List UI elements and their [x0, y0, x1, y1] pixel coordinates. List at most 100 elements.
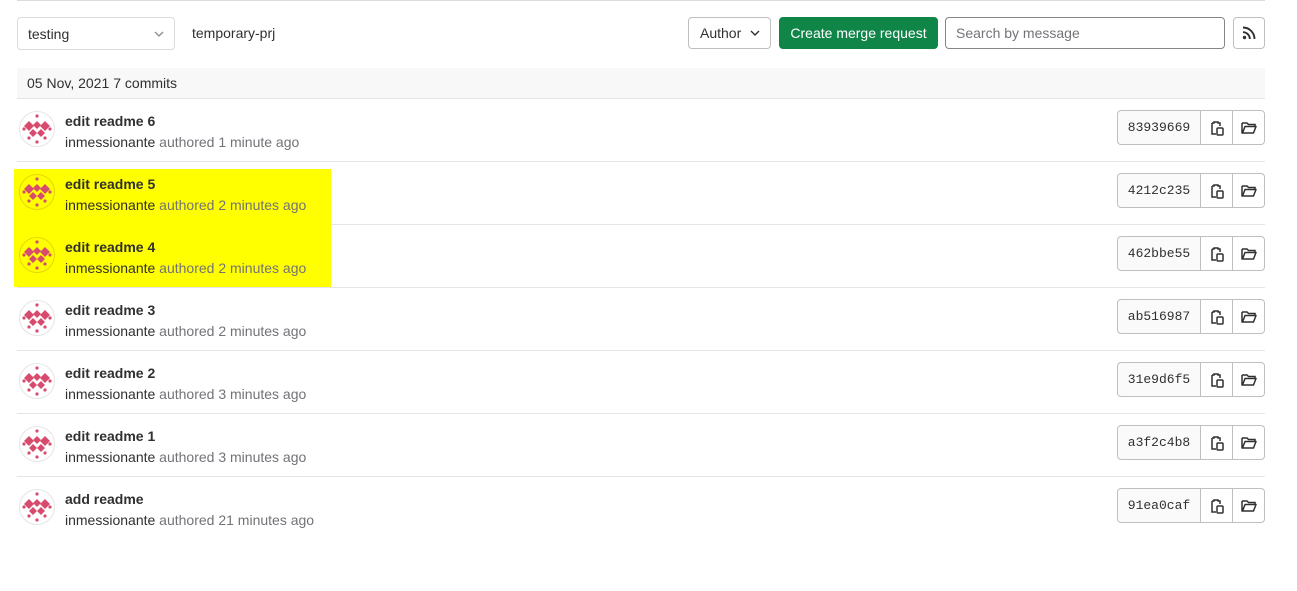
rss-icon [1242, 26, 1256, 40]
commit-sha[interactable]: 462bbe55 [1117, 236, 1201, 271]
rss-feed-button[interactable] [1233, 17, 1265, 49]
clipboard-icon [1210, 372, 1224, 388]
browse-files-button[interactable] [1233, 110, 1265, 145]
commit-row: edit readme 2 inmessionante authored 3 m… [17, 351, 1265, 414]
commit-row: edit readme 1 inmessionante authored 3 m… [17, 414, 1265, 477]
commit-author[interactable]: inmessionante [65, 512, 155, 528]
commit-time: 1 minute ago [218, 134, 300, 150]
avatar[interactable] [19, 426, 55, 462]
commit-sha[interactable]: 31e9d6f5 [1117, 362, 1201, 397]
copy-sha-button[interactable] [1201, 488, 1233, 523]
commit-sha[interactable]: 4212c235 [1117, 173, 1201, 208]
commit-meta: inmessionante authored 1 minute ago [65, 134, 299, 150]
folder-open-icon [1240, 184, 1257, 197]
copy-sha-button[interactable] [1201, 299, 1233, 334]
commit-list: edit readme 6 inmessionante authored 1 m… [14, 99, 1265, 540]
commit-meta: inmessionante authored 3 minutes ago [65, 449, 306, 465]
folder-open-icon [1240, 499, 1257, 512]
commit-day-header: 05 Nov, 2021 7 commits [17, 68, 1265, 99]
commit-title[interactable]: edit readme 4 [65, 239, 155, 255]
branch-dropdown-label: testing [28, 25, 70, 42]
commits-toolbar: testing temporary-prj Author Create merg… [17, 17, 1265, 52]
commit-sha-group: 4212c235 [1117, 173, 1265, 208]
commit-title[interactable]: add readme [65, 491, 144, 507]
clipboard-icon [1210, 309, 1224, 325]
identicon-icon [22, 429, 52, 459]
copy-sha-button[interactable] [1201, 425, 1233, 460]
commit-meta: inmessionante authored 2 minutes ago [65, 197, 306, 213]
clipboard-icon [1210, 435, 1224, 451]
browse-files-button[interactable] [1233, 173, 1265, 208]
commit-title[interactable]: edit readme 6 [65, 113, 155, 129]
commit-date: 05 Nov, 2021 [27, 75, 110, 91]
commit-title[interactable]: edit readme 5 [65, 176, 155, 192]
browse-files-button[interactable] [1233, 299, 1265, 334]
commit-time: 2 minutes ago [218, 323, 307, 339]
commit-time: 3 minutes ago [218, 386, 307, 402]
commit-sha[interactable]: 83939669 [1117, 110, 1201, 145]
commit-verb: authored [159, 197, 215, 213]
commit-sha[interactable]: a3f2c4b8 [1117, 425, 1201, 460]
commit-title[interactable]: edit readme 2 [65, 365, 155, 381]
avatar[interactable] [19, 174, 55, 210]
commit-row: edit readme 5 inmessionante authored 2 m… [14, 162, 1265, 225]
repo-path[interactable]: temporary-prj [192, 17, 275, 50]
browse-files-button[interactable] [1233, 425, 1265, 460]
browse-files-button[interactable] [1233, 236, 1265, 271]
browse-files-button[interactable] [1233, 488, 1265, 523]
commit-verb: authored [159, 449, 215, 465]
copy-sha-button[interactable] [1201, 236, 1233, 271]
branch-dropdown[interactable]: testing [17, 17, 175, 50]
commit-author[interactable]: inmessionante [65, 386, 155, 402]
commit-sha-group: 91ea0caf [1117, 488, 1265, 523]
commit-author[interactable]: inmessionante [65, 449, 155, 465]
commit-meta: inmessionante authored 2 minutes ago [65, 260, 306, 276]
commit-sha-group: 462bbe55 [1117, 236, 1265, 271]
commit-time: 2 minutes ago [218, 197, 307, 213]
avatar[interactable] [19, 489, 55, 525]
avatar[interactable] [19, 111, 55, 147]
commit-sha-group: 31e9d6f5 [1117, 362, 1265, 397]
commit-title[interactable]: edit readme 1 [65, 428, 155, 444]
identicon-icon [22, 492, 52, 522]
commit-verb: authored [159, 134, 215, 150]
identicon-icon [22, 366, 52, 396]
avatar[interactable] [19, 300, 55, 336]
browse-files-button[interactable] [1233, 362, 1265, 397]
commit-time: 3 minutes ago [218, 449, 307, 465]
commit-sha[interactable]: 91ea0caf [1117, 488, 1201, 523]
folder-open-icon [1240, 436, 1257, 449]
commit-meta: inmessionante authored 21 minutes ago [65, 512, 314, 528]
chevron-down-icon [750, 30, 760, 36]
clipboard-icon [1210, 498, 1224, 514]
identicon-icon [22, 240, 52, 270]
commit-sha-group: ab516987 [1117, 299, 1265, 334]
commit-meta: inmessionante authored 3 minutes ago [65, 386, 306, 402]
commit-title[interactable]: edit readme 3 [65, 302, 155, 318]
commit-author[interactable]: inmessionante [65, 323, 155, 339]
avatar[interactable] [19, 363, 55, 399]
commit-verb: authored [159, 386, 215, 402]
commit-count: 7 commits [113, 75, 178, 91]
commit-time: 21 minutes ago [218, 512, 315, 528]
copy-sha-button[interactable] [1201, 362, 1233, 397]
commits-page: testing temporary-prj Author Create merg… [0, 0, 1297, 591]
commit-author[interactable]: inmessionante [65, 197, 155, 213]
commit-sha-group: 83939669 [1117, 110, 1265, 145]
clipboard-icon [1210, 246, 1224, 262]
identicon-icon [22, 177, 52, 207]
commit-verb: authored [159, 260, 215, 276]
commit-sha[interactable]: ab516987 [1117, 299, 1201, 334]
commit-row: add readme inmessionante authored 21 min… [17, 477, 1265, 540]
avatar[interactable] [19, 237, 55, 273]
commit-search-input[interactable] [945, 17, 1225, 49]
commit-author[interactable]: inmessionante [65, 134, 155, 150]
commit-verb: authored [159, 323, 215, 339]
commit-row: edit readme 4 inmessionante authored 2 m… [14, 225, 1265, 288]
commit-verb: authored [159, 512, 215, 528]
copy-sha-button[interactable] [1201, 173, 1233, 208]
author-filter-dropdown[interactable]: Author [688, 17, 771, 49]
commit-author[interactable]: inmessionante [65, 260, 155, 276]
copy-sha-button[interactable] [1201, 110, 1233, 145]
create-merge-request-button[interactable]: Create merge request [779, 17, 938, 49]
